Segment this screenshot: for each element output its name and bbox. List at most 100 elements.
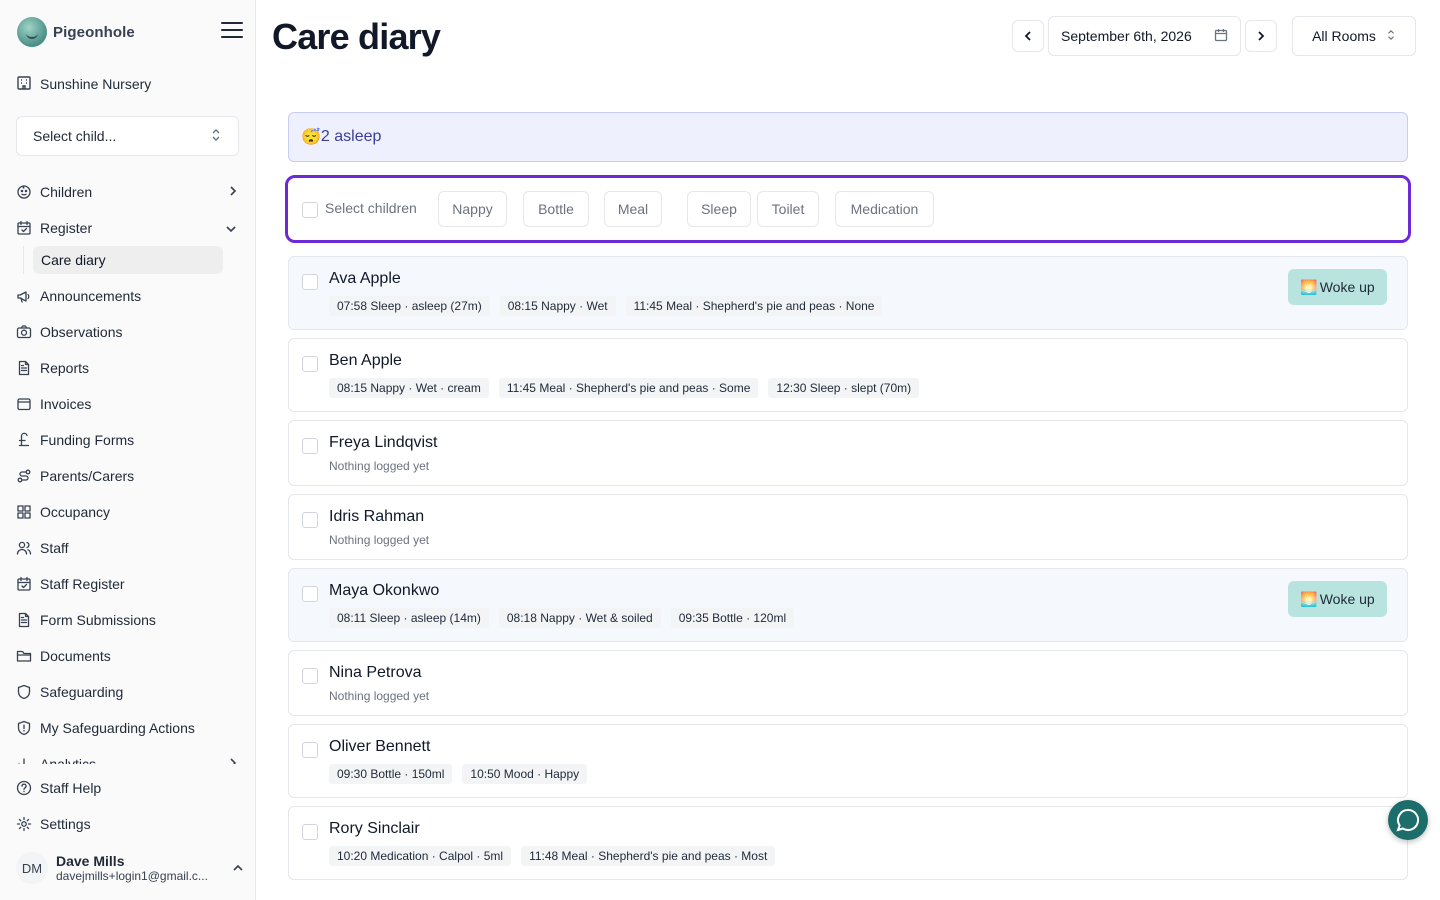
sidebar: Pigeonhole Sunshine Nursery Select child… <box>0 0 256 900</box>
child-name[interactable]: Ava Apple <box>329 270 401 288</box>
submenu-guide-line <box>23 246 24 274</box>
chevron-right-icon <box>229 184 237 200</box>
brand[interactable]: Pigeonhole <box>17 16 135 48</box>
child-checkbox[interactable] <box>302 668 318 684</box>
child-select-placeholder: Select child... <box>33 128 117 144</box>
help-circle-icon <box>16 780 32 796</box>
log-entry[interactable]: 08:11 Sleep · asleep (14m) <box>329 608 489 628</box>
camera-icon <box>16 324 32 340</box>
log-entry[interactable]: 11:45 Meal · Shepherd's pie and peas · N… <box>625 296 883 316</box>
avatar: DM <box>16 852 48 884</box>
medication-action-button[interactable]: Medication <box>835 191 934 227</box>
megaphone-icon <box>16 288 32 304</box>
child-checkbox[interactable] <box>302 824 318 840</box>
child-checkbox[interactable] <box>302 356 318 372</box>
child-checkbox[interactable] <box>302 586 318 602</box>
chat-button[interactable] <box>1388 800 1428 840</box>
child-name[interactable]: Freya Lindqvist <box>329 434 438 452</box>
sidebar-item-analytics[interactable]: Analytics <box>16 746 241 764</box>
log-entry[interactable]: 10:50 Mood · Happy <box>462 764 588 784</box>
sidebar-item-staff-help[interactable]: Staff Help <box>16 770 241 806</box>
sidebar-item-occupancy[interactable]: Occupancy <box>16 494 241 530</box>
toilet-action-button[interactable]: Toilet <box>757 191 819 227</box>
previous-day-button[interactable] <box>1012 20 1044 52</box>
log-entry[interactable]: 12:30 Sleep · slept (70m) <box>768 378 920 398</box>
sidebar-item-staff[interactable]: Staff <box>16 530 241 566</box>
child-select[interactable]: Select child... <box>16 116 239 156</box>
child-checkbox[interactable] <box>302 742 318 758</box>
log-entry[interactable]: 08:15 Nappy · Wet <box>499 296 616 316</box>
sidebar-item-care-diary[interactable]: Care diary <box>33 246 223 274</box>
log-list: 08:15 Nappy · Wet · cream 11:45 Meal · Sh… <box>329 378 920 398</box>
woke-up-label: Woke up <box>1319 279 1375 295</box>
log-entry[interactable]: 11:45 Meal · Shepherd's pie and peas · S… <box>498 378 759 398</box>
sidebar-item-register[interactable]: Register <box>16 210 241 246</box>
child-checkbox[interactable] <box>302 512 318 528</box>
route-icon <box>16 468 32 484</box>
room-select-value: All Rooms <box>1312 28 1376 44</box>
sidebar-item-label: Form Submissions <box>40 612 156 628</box>
gear-icon <box>16 816 32 832</box>
log-entry[interactable]: 09:30 Bottle · 150ml <box>329 764 453 784</box>
user-menu[interactable]: DM Dave Mills davejmills+login1@gmail.c.… <box>16 848 244 888</box>
sidebar-item-children[interactable]: Children <box>16 174 241 210</box>
child-name[interactable]: Maya Okonkwo <box>329 582 439 600</box>
meal-action-button[interactable]: Meal <box>604 191 662 227</box>
log-list: 10:20 Medication · Calpol · 5ml 11:48 Mea… <box>329 846 776 866</box>
chevron-updown-icon <box>210 128 222 145</box>
sidebar-item-label: Settings <box>40 816 91 832</box>
woke-up-button[interactable]: 🌅 Woke up <box>1288 581 1387 617</box>
hamburger-menu-icon[interactable] <box>221 22 243 40</box>
child-checkbox[interactable] <box>302 274 318 290</box>
log-entry[interactable]: 11:48 Meal · Shepherd's pie and peas · M… <box>521 846 776 866</box>
sidebar-item-my-safeguarding-actions[interactable]: My Safeguarding Actions <box>16 710 241 746</box>
child-name[interactable]: Idris Rahman <box>329 508 424 526</box>
sidebar-item-safeguarding[interactable]: Safeguarding <box>16 674 241 710</box>
log-entry[interactable]: 08:18 Nappy · Wet & soiled <box>498 608 661 628</box>
sidebar-item-reports[interactable]: Reports <box>16 350 241 386</box>
woke-up-button[interactable]: 🌅 Woke up <box>1288 269 1387 305</box>
sleep-action-button[interactable]: Sleep <box>687 191 751 227</box>
nappy-action-button[interactable]: Nappy <box>438 191 507 227</box>
sidebar-item-form-submissions[interactable]: Form Submissions <box>16 602 241 638</box>
sunrise-icon: 🌅 <box>1300 590 1318 607</box>
next-day-button[interactable] <box>1245 20 1277 52</box>
sidebar-item-staff-register[interactable]: Staff Register <box>16 566 241 602</box>
room-select[interactable]: All Rooms <box>1292 16 1416 56</box>
child-card: Idris Rahman Nothing logged yet <box>288 494 1408 560</box>
sidebar-item-funding-forms[interactable]: Funding Forms <box>16 422 241 458</box>
child-name[interactable]: Ben Apple <box>329 352 402 370</box>
log-entry[interactable]: 10:20 Medication · Calpol · 5ml <box>329 846 512 866</box>
sidebar-item-observations[interactable]: Observations <box>16 314 241 350</box>
sidebar-item-settings[interactable]: Settings <box>16 806 241 842</box>
log-entry[interactable]: 09:35 Bottle · 120ml <box>670 608 795 628</box>
asleep-banner: 😴 2 asleep <box>288 112 1408 162</box>
child-card: Ben Apple 08:15 Nappy · Wet · cream 11:45 … <box>288 338 1408 412</box>
sidebar-item-label: Children <box>40 184 93 200</box>
sidebar-item-invoices[interactable]: Invoices <box>16 386 241 422</box>
sidebar-item-label: Announcements <box>40 288 142 304</box>
organisation[interactable]: Sunshine Nursery <box>16 72 151 96</box>
child-name[interactable]: Nina Petrova <box>329 664 422 682</box>
chevron-updown-icon <box>1386 28 1396 45</box>
bottle-action-button[interactable]: Bottle <box>523 191 589 227</box>
log-entry[interactable]: 07:58 Sleep · asleep (27m) <box>329 296 490 316</box>
log-list: 07:58 Sleep · asleep (27m) 08:15 Nappy · … <box>329 296 883 316</box>
select-children-label[interactable]: Select children <box>325 200 417 216</box>
sidebar-item-documents[interactable]: Documents <box>16 638 241 674</box>
sidebar-item-parents-carers[interactable]: Parents/Carers <box>16 458 241 494</box>
sidebar-item-announcements[interactable]: Announcements <box>16 278 241 314</box>
chevron-right-icon <box>229 756 237 764</box>
child-checkbox[interactable] <box>302 438 318 454</box>
chat-bubble-icon <box>1396 808 1420 832</box>
sidebar-item-label: Observations <box>40 324 123 340</box>
log-entry[interactable]: 08:15 Nappy · Wet · cream <box>329 378 489 398</box>
child-name[interactable]: Rory Sinclair <box>329 820 420 838</box>
bar-chart-icon <box>16 756 32 764</box>
bulk-action-toolbar: Select children Nappy Bottle Meal Sleep Toil… <box>285 175 1411 243</box>
wallet-icon <box>16 396 32 412</box>
date-picker[interactable]: September 6th, 2026 <box>1048 16 1241 56</box>
pound-icon <box>16 432 32 448</box>
select-all-checkbox[interactable] <box>302 202 318 218</box>
child-name[interactable]: Oliver Bennett <box>329 738 430 756</box>
